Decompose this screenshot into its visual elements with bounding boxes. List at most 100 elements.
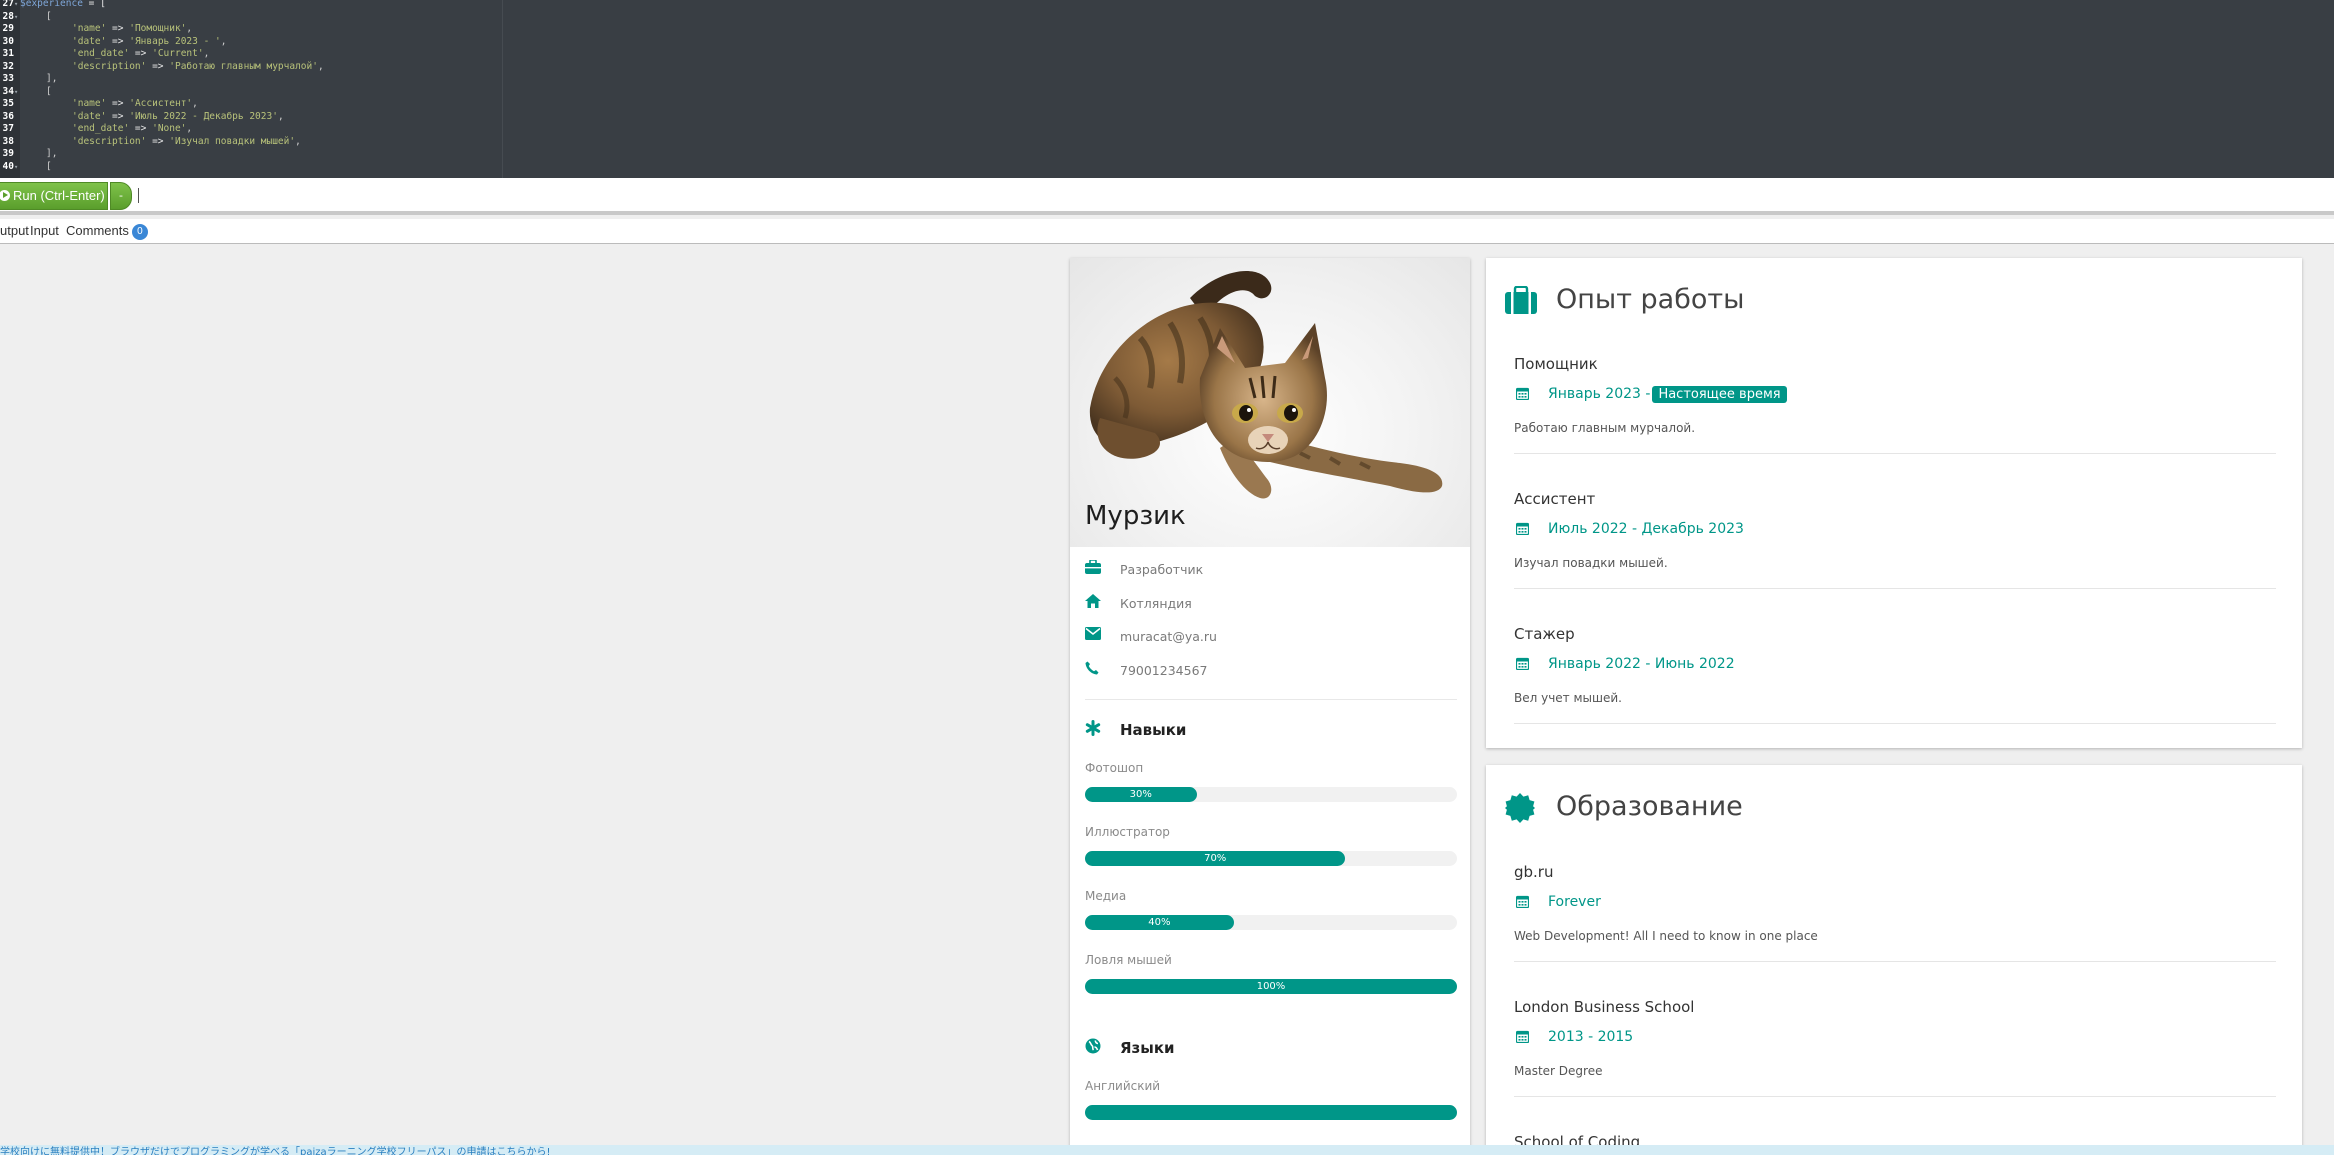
run-options-button[interactable]: - [110, 182, 132, 210]
code-token: => [106, 110, 130, 122]
code-line[interactable]: 28▾ [ [0, 11, 52, 24]
languages-title: Языки [1120, 1039, 1175, 1057]
line-number: 32 [2, 60, 14, 72]
code-token: => [129, 123, 153, 134]
code-text: 'date' => 'Июль 2022 - Декабрь 2023', [72, 111, 284, 122]
run-button[interactable]: Run (Ctrl-Enter) [0, 182, 108, 210]
code-token: [ [46, 160, 52, 172]
code-line[interactable]: 37 'end_date' => 'None', [0, 123, 193, 136]
skill-progress-fill: 40% [1085, 915, 1234, 930]
code-editor[interactable]: 27▾ $experience = [28▾[29 'name' => 'Помощ… [0, 0, 2334, 178]
code-token: => [129, 48, 153, 59]
stdin-cursor[interactable] [138, 188, 139, 203]
code-token: , [220, 35, 227, 47]
code-line[interactable]: 40▾ [ [0, 161, 52, 174]
experience-entry-divider [1514, 453, 2276, 454]
code-text: ], [46, 73, 57, 84]
code-text: $experience = [ [20, 0, 106, 9]
code-token: 'date' [72, 35, 107, 47]
education-card: Образование gb.ru Forever Web Development!… [1486, 765, 2302, 1155]
code-token: => [106, 23, 130, 34]
code-token: 'Июль 2022 - Декабрь 2023' [129, 110, 278, 122]
skill-progress-fill: 100% [1085, 979, 1457, 994]
code-line[interactable]: 31 'end_date' => 'Current', [0, 48, 210, 61]
code-line[interactable]: 29 'name' => 'Помощник', [0, 23, 193, 36]
info-position: Разработчик [1120, 562, 1204, 577]
fold-arrow-icon[interactable]: ▾ [14, 161, 20, 174]
experience-entry-divider [1514, 723, 2276, 724]
education-title: Образование [1556, 791, 1743, 822]
code-text: 'name' => 'Ассистент', [72, 98, 198, 109]
experience-entry-description: Вел учет мышей. [1514, 691, 1622, 705]
calendar-icon [1515, 657, 1530, 674]
code-line[interactable]: 30 'date' => 'Январь 2023 - ', [0, 35, 227, 49]
code-token: 'date' [72, 110, 107, 122]
calendar-icon [1515, 895, 1530, 912]
line-number: 29 [2, 23, 14, 34]
code-token: , [186, 123, 193, 134]
code-text: ], [46, 148, 57, 159]
line-number: 38 [2, 135, 14, 147]
code-line[interactable]: 27▾ $experience = [ [0, 0, 106, 11]
code-text: 'description' => 'Работаю главным мурчал… [72, 61, 324, 72]
asterisk-icon [1085, 720, 1101, 740]
code-text: 'name' => 'Помощник', [72, 23, 192, 34]
code-token: 'Изучал повадки мышей' [169, 135, 296, 147]
experience-entry-date-range: Июль 2022 - Декабрь 2023 [1548, 521, 1744, 537]
language-name: Английский [1085, 1079, 1161, 1093]
code-token: 'Помощник' [129, 23, 187, 34]
info-email[interactable]: muracat@ya.ru [1120, 629, 1217, 644]
code-line[interactable]: 34▾ [ [0, 86, 52, 99]
skill-progress-bar: 100% [1085, 979, 1457, 994]
calendar-icon [1515, 387, 1530, 404]
skill-progress-fill: 30% [1085, 787, 1197, 802]
skill-progress-fill: 70% [1085, 851, 1346, 866]
experience-entry-date-range: Январь 2022 - Июнь 2022 [1548, 656, 1735, 672]
skills-title: Навыки [1120, 721, 1187, 739]
experience-title: Опыт работы [1556, 284, 1745, 315]
skill-name: Иллюстратор [1085, 825, 1170, 839]
line-number: 37 [2, 123, 14, 134]
line-number: 35 [2, 98, 14, 109]
code-token: , [295, 135, 301, 147]
code-line[interactable]: 35 'name' => 'Ассистент', [0, 98, 198, 111]
promo-banner-link[interactable]: 学校向けに無料提供中！ブラウザだけでプログラミングが学べる「paizaラーニング… [0, 1145, 551, 1155]
code-line[interactable]: 32 'description' => 'Работаю главным мурч… [0, 61, 324, 74]
tab-input[interactable]: Input [30, 223, 59, 238]
profile-divider [1085, 699, 1457, 700]
run-button-label: Run (Ctrl-Enter) [13, 188, 105, 203]
experience-entry-name: Помощник [1514, 355, 1598, 373]
fold-arrow-icon[interactable]: ▾ [14, 11, 20, 24]
calendar-icon [1515, 522, 1530, 539]
code-token: , [317, 60, 324, 72]
print-margin [502, 0, 503, 178]
code-line[interactable]: 33], [0, 73, 58, 86]
code-text: [ [46, 161, 52, 172]
experience-entry-date-text: Июль 2022 - Декабрь 2023 [1548, 521, 1744, 537]
tab-comments[interactable]: Comments 0 [66, 223, 148, 240]
code-token: 'name' [72, 23, 107, 34]
calendar-icon [1515, 1030, 1530, 1047]
code-token: => [146, 60, 170, 72]
globe-icon [1085, 1038, 1101, 1058]
code-token: , [203, 48, 210, 59]
code-token: = [ [82, 0, 106, 9]
code-line[interactable]: 39], [0, 148, 58, 161]
line-number: 34 [2, 85, 14, 97]
tab-output[interactable]: utput [0, 223, 29, 238]
line-number: 31 [2, 48, 14, 59]
promo-banner[interactable]: 学校向けに無料提供中！ブラウザだけでプログラミングが学べる「paizaラーニング… [0, 1145, 2334, 1155]
code-token: , [186, 23, 193, 34]
experience-entry-name: Ассистент [1514, 490, 1596, 508]
profile-photo: Мурзик [1070, 258, 1470, 547]
output-tabs: utput Input Comments 0 [0, 219, 2334, 244]
code-line[interactable]: 38 'description' => 'Изучал повадки мышей… [0, 136, 301, 149]
line-number: 30 [2, 35, 14, 47]
code-line[interactable]: 36 'date' => 'Июль 2022 - Декабрь 2023', [0, 111, 284, 124]
line-number: 36 [2, 110, 14, 122]
fold-arrow-icon[interactable]: ▾ [14, 86, 20, 99]
skill-name: Фотошоп [1085, 761, 1144, 775]
education-entry-description: Master Degree [1514, 1064, 1603, 1078]
tab-comments-label: Comments [66, 223, 129, 238]
education-entry-name: London Business School [1514, 998, 1695, 1016]
